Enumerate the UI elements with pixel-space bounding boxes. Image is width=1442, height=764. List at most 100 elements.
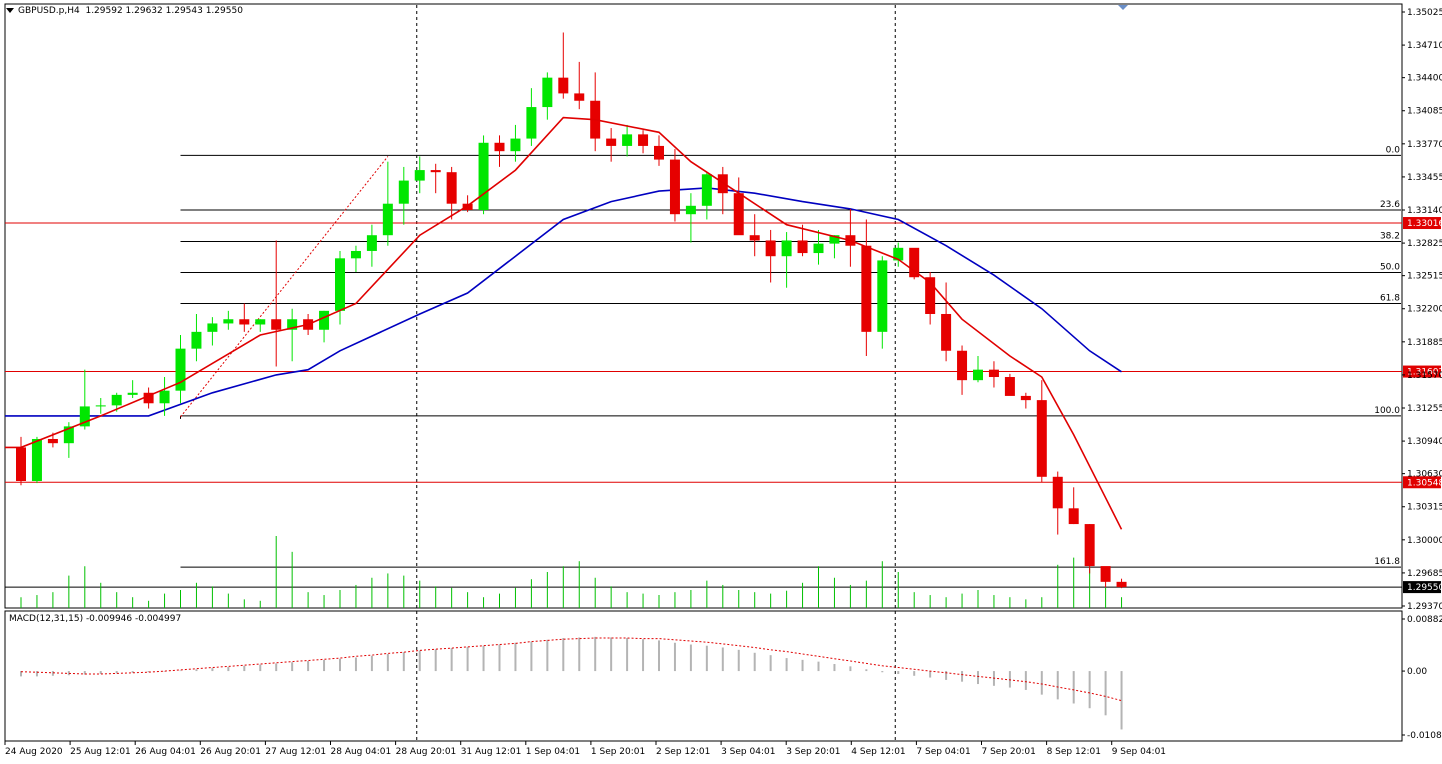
candle-body <box>733 193 744 236</box>
candle-body <box>606 138 617 146</box>
price-tick-label: 1.34400 <box>1407 74 1442 84</box>
candle-body <box>1020 395 1031 401</box>
price-tick-label: 1.30315 <box>1407 503 1442 513</box>
candle-body <box>16 447 26 482</box>
candle-body <box>95 405 106 407</box>
gbpusd-chart[interactable]: 0.0 23.6 38.2 50.0 61.8 100.0 161.8 1.33016 1.3… <box>0 0 1442 764</box>
candle-body <box>542 77 553 108</box>
candle-body <box>382 203 393 236</box>
candle-body <box>1036 400 1047 477</box>
candle-body <box>494 142 505 152</box>
candle-body <box>1084 524 1095 567</box>
candle-body <box>988 369 999 378</box>
candle-body <box>717 174 728 194</box>
fib-level-label: 38.2 <box>1380 232 1400 242</box>
candle-body <box>239 319 250 325</box>
candle-body <box>478 142 489 210</box>
macd-tick-label: 0.00 <box>1407 667 1427 677</box>
candle-body <box>1004 377 1015 396</box>
candle-body <box>191 331 202 349</box>
fib-level-label: 100.0 <box>1374 406 1400 416</box>
time-tick-label: 26 Aug 04:01 <box>135 747 196 757</box>
candle-body <box>654 145 664 160</box>
macd-tick-label: -0.01084 <box>1407 731 1442 741</box>
candle-body <box>685 205 696 215</box>
time-tick-label: 2 Sep 12:01 <box>656 747 710 757</box>
time-tick-label: 3 Sep 04:01 <box>721 747 775 757</box>
candle-body <box>446 172 457 204</box>
time-tick-label: 28 Aug 04:01 <box>331 747 392 757</box>
fib-level-label: 61.8 <box>1380 293 1400 303</box>
time-tick-label: 26 Aug 20:01 <box>200 747 261 757</box>
candle-body <box>877 260 888 332</box>
candle-body <box>701 174 712 206</box>
price-tick-label: 1.32515 <box>1407 272 1442 282</box>
time-tick-label: 25 Aug 12:01 <box>70 747 131 757</box>
candle-body <box>414 170 425 181</box>
candle-body <box>350 250 361 259</box>
candle-body <box>973 369 983 381</box>
candle-body <box>271 319 282 330</box>
candle-body <box>47 438 58 444</box>
candle-body <box>1068 508 1079 525</box>
candle-body <box>1100 566 1111 582</box>
price-tick-label: 1.31885 <box>1407 338 1442 348</box>
fib-level-label: 0.0 <box>1386 145 1401 155</box>
candle-body <box>1116 581 1127 588</box>
price-tick-label: 1.31570 <box>1407 371 1442 381</box>
price-tick-label: 1.29370 <box>1407 602 1442 612</box>
collapse-triangle-icon[interactable] <box>6 8 14 13</box>
candle-body <box>510 138 521 152</box>
candle-body <box>781 240 792 257</box>
ohlc-values: 1.29592 1.29632 1.29543 1.29550 <box>85 6 243 16</box>
fib-level-label: 50.0 <box>1380 262 1400 272</box>
macd-tick-label: 0.008829 <box>1407 615 1442 625</box>
chart-header: GBPUSD.p,H4 1.29592 1.29632 1.29543 1.29… <box>6 6 243 16</box>
candle-body <box>223 319 234 324</box>
price-tick-label: 1.33455 <box>1407 173 1442 183</box>
price-tick-label: 1.30630 <box>1407 470 1442 480</box>
fib-level-label: 23.6 <box>1380 200 1400 210</box>
time-tick-label: 1 Sep 20:01 <box>591 747 645 757</box>
candle-body <box>207 323 218 332</box>
time-tick-label: 7 Sep 04:01 <box>916 747 970 757</box>
candle-body <box>526 107 537 139</box>
time-tick-label: 3 Sep 20:01 <box>786 747 840 757</box>
time-tick-label: 24 Aug 2020 <box>5 747 63 757</box>
time-tick-label: 1 Sep 04:01 <box>526 747 580 757</box>
candle-body <box>813 243 824 254</box>
candle-body <box>335 258 345 311</box>
macd-label: MACD(12,31,15) -0.009946 -0.004997 <box>9 614 182 624</box>
price-tag-label: 1.30548 <box>1407 478 1442 488</box>
candle-body <box>622 134 633 146</box>
price-tag-label: 1.33016 <box>1407 219 1442 229</box>
time-tick-label: 8 Sep 12:01 <box>1047 747 1101 757</box>
candle-body <box>159 390 170 404</box>
price-tick-label: 1.35025 <box>1407 8 1442 18</box>
time-tick-label: 7 Sep 20:01 <box>982 747 1036 757</box>
candle-body <box>462 203 473 210</box>
candle-body <box>31 438 42 482</box>
candle-body <box>1052 476 1063 509</box>
time-tick-label: 27 Aug 12:01 <box>265 747 326 757</box>
candle-body <box>861 245 872 332</box>
time-tick-label: 4 Sep 12:01 <box>851 747 905 757</box>
candle-body <box>127 392 138 395</box>
candle-body <box>366 235 377 251</box>
time-tick-label: 28 Aug 20:01 <box>396 747 457 757</box>
candle-body <box>319 310 330 330</box>
fib-level-label: 161.8 <box>1374 557 1400 567</box>
candle-body <box>574 93 585 101</box>
price-tick-label: 1.32200 <box>1407 305 1442 315</box>
candle-body <box>430 170 441 173</box>
price-tick-label: 1.30000 <box>1407 536 1442 546</box>
time-tick-label: 9 Sep 04:01 <box>1112 747 1166 757</box>
price-tick-label: 1.34710 <box>1407 41 1442 51</box>
candle-body <box>255 319 266 325</box>
candle-body <box>398 180 409 204</box>
candle-body <box>797 240 808 254</box>
macd-header: MACD(12,31,15) -0.009946 -0.004997 <box>9 614 181 624</box>
candle-body <box>765 240 776 257</box>
price-tick-label: 1.31255 <box>1407 404 1442 414</box>
candle-body <box>957 350 968 381</box>
